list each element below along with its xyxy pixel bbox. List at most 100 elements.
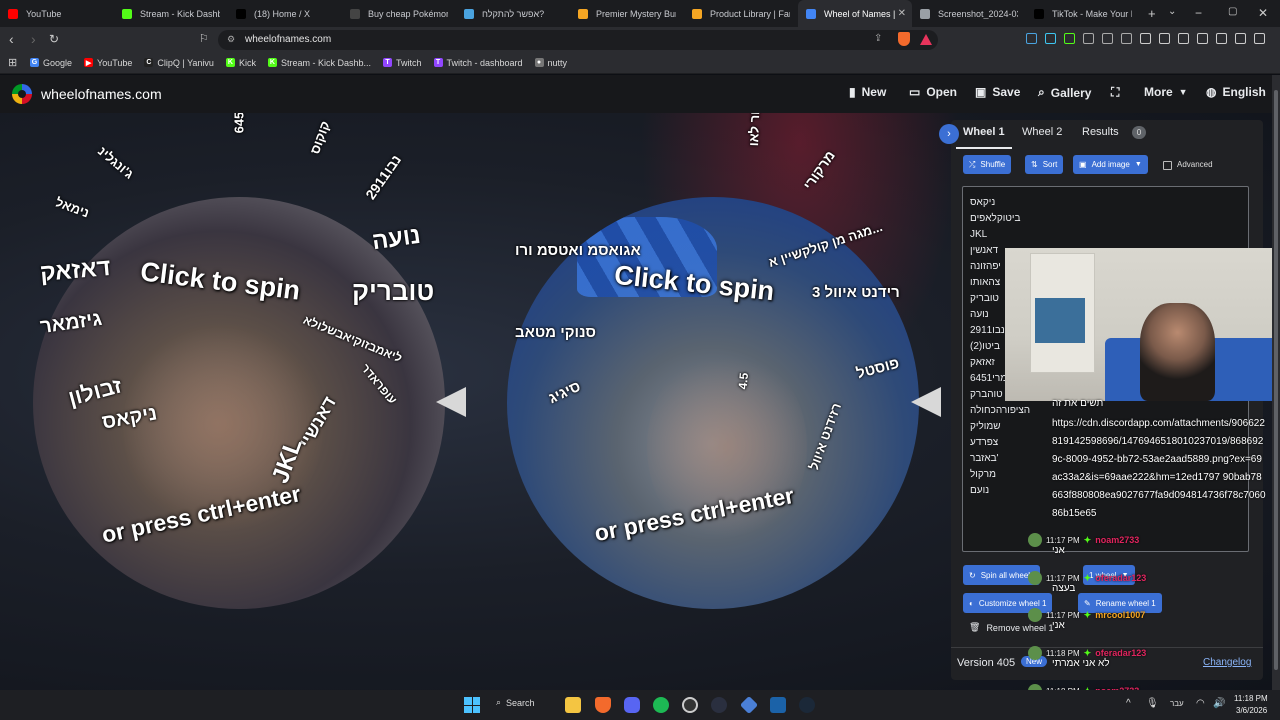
browser-tab[interactable]: Product Library | Fanati (684, 0, 798, 27)
extension-icon[interactable] (1045, 33, 1056, 44)
logo-icon[interactable] (12, 84, 32, 104)
new-button[interactable]: ▮ New (849, 85, 886, 99)
bookmark-icon[interactable]: ⚐ (199, 32, 209, 45)
clock-time[interactable]: 11:18 PM (1234, 694, 1268, 703)
save-icon: ▣ (975, 85, 987, 99)
chat-time: 11:18 PM (1046, 648, 1080, 658)
chat-time: 11:17 PM (1046, 610, 1080, 620)
bookmark-favicon-icon: K (225, 58, 235, 67)
browser-tab-label: Product Library | Fanati (710, 8, 790, 19)
wheel-1-segment-label: נימאל (53, 194, 92, 221)
browser-tab[interactable]: Stream - Kick Dashboa (114, 0, 228, 27)
clock-date[interactable]: 3/6/2026 (1236, 706, 1267, 715)
language-button[interactable]: ◍ English (1206, 85, 1266, 99)
save-button[interactable]: ▣ Save (975, 85, 1020, 99)
add-image-button[interactable]: ▣ Add image ▼ (1073, 155, 1148, 174)
advanced-label: Advanced (1177, 160, 1213, 169)
extension-icon[interactable] (1254, 33, 1265, 44)
wifi-icon[interactable]: ◠ (1196, 698, 1205, 709)
changelog-link[interactable]: Changelog (1203, 657, 1251, 668)
tray-chevron-icon[interactable]: ^ (1126, 698, 1131, 709)
new-tab-button[interactable]: + (1148, 6, 1156, 21)
extension-icon[interactable] (1178, 33, 1189, 44)
window-maximize-button[interactable]: ▢ (1228, 6, 1237, 17)
tab-wheel-2[interactable]: Wheel 2 (1022, 126, 1062, 138)
wheel-1-segment-label: טובריק (352, 276, 435, 306)
extension-icon[interactable] (1064, 33, 1075, 44)
obs-icon[interactable] (682, 697, 698, 713)
more-button[interactable]: More ▼ (1144, 85, 1188, 99)
window-minimize-button[interactable]: − (1195, 6, 1202, 20)
windows-start-icon[interactable] (464, 697, 480, 713)
bookmark-item[interactable]: K Stream - Kick Dashb... (267, 58, 371, 68)
extension-icon[interactable] (1102, 33, 1113, 44)
extension-icon[interactable] (1235, 33, 1246, 44)
extension-icon[interactable] (1083, 33, 1094, 44)
keyboard-language[interactable]: עבר (1170, 699, 1184, 708)
open-button[interactable]: ▭ Open (909, 85, 957, 99)
tab-wheel-1[interactable]: Wheel 1 (963, 126, 1005, 138)
extension-icon[interactable] (1026, 33, 1037, 44)
media-player-icon[interactable] (711, 697, 727, 713)
mic-icon[interactable]: 🎙 (1146, 698, 1159, 709)
bookmark-item[interactable]: G Google (30, 58, 72, 68)
reload-icon[interactable]: ↻ (49, 32, 59, 46)
browser-tab[interactable]: YouTube (0, 0, 114, 27)
steam-icon[interactable] (770, 697, 786, 713)
browser-tab[interactable]: Screenshot_2024-03-0 (912, 0, 1026, 27)
tab-results[interactable]: Results (1082, 126, 1119, 138)
extension-icon[interactable] (1140, 33, 1151, 44)
taskbar-search[interactable]: ⌕ Search (496, 697, 535, 708)
app-icon[interactable] (739, 695, 759, 715)
brave-rewards-icon[interactable] (920, 34, 932, 45)
gallery-button[interactable]: ⌕ Gallery (1038, 85, 1091, 100)
fullscreen-icon: ⛶ (1111, 85, 1120, 99)
sort-button[interactable]: ⇅ Sort (1025, 155, 1064, 174)
bookmark-item[interactable]: K Kick (225, 58, 256, 68)
browser-tab[interactable]: Buy cheap Pokémon P (342, 0, 456, 27)
browser-tab[interactable]: Wheel of Names | ✕ (798, 0, 912, 27)
brave-browser-icon[interactable] (595, 697, 611, 713)
volume-icon[interactable]: 🔊 (1213, 698, 1225, 709)
browser-tab[interactable]: אפשר להתקלח? (456, 0, 570, 27)
bookmark-item[interactable]: ▶ YouTube (84, 58, 132, 68)
wheel-1-segment-label: נבו2911 (362, 151, 405, 203)
back-icon[interactable]: ‹ (9, 31, 14, 47)
site-info-icon[interactable]: ⚙ (227, 34, 235, 45)
extension-icon[interactable] (1159, 33, 1170, 44)
extension-icon[interactable] (1216, 33, 1227, 44)
extension-icon[interactable] (1197, 33, 1208, 44)
advanced-checkbox[interactable] (1163, 161, 1172, 170)
browser-tab[interactable]: (18) Home / X (228, 0, 342, 27)
tab-search-icon[interactable]: ⌄ (1168, 6, 1176, 17)
logo-text[interactable]: wheelofnames.com (41, 86, 162, 102)
fullscreen-button[interactable]: ⛶ (1111, 85, 1119, 100)
share-icon[interactable]: ⇪ (874, 33, 882, 44)
remove-wheel-button[interactable]: 🗑 Remove wheel 1 (969, 622, 1053, 633)
url-bar[interactable]: ⚙ wheelofnames.com ⇪ (218, 30, 938, 50)
browser-tab[interactable]: TikTok - Make Your Da (1026, 0, 1140, 27)
steam-alt-icon[interactable] (799, 697, 815, 713)
spotify-icon[interactable] (653, 697, 669, 713)
shuffle-button[interactable]: ⤮ Shuffle (963, 155, 1012, 174)
page-scrollbar-thumb[interactable] (1274, 90, 1278, 670)
forward-icon[interactable]: › (31, 31, 36, 47)
wheel-icon (806, 8, 816, 19)
extension-icon[interactable] (1121, 33, 1132, 44)
collapse-panel-icon[interactable]: › (939, 124, 959, 144)
save-label: Save (992, 85, 1021, 99)
browser-tab-label: Wheel of Names | (824, 8, 896, 19)
apps-grid-icon[interactable]: ⊞ (8, 56, 17, 69)
browser-tab[interactable]: Premier Mystery Bundl (570, 0, 684, 27)
chat-username: noam2733 (1095, 535, 1140, 545)
bookmark-item[interactable]: C ClipQ | Yanivu (144, 58, 214, 68)
bookmark-item[interactable]: ● nutty (534, 58, 567, 68)
close-tab-icon[interactable]: ✕ (898, 8, 906, 19)
spin-all-label: Spin all wheels (980, 570, 1035, 580)
bookmark-item[interactable]: T Twitch - dashboard (433, 58, 523, 68)
file-explorer-icon[interactable] (565, 697, 581, 713)
window-close-button[interactable]: ✕ (1258, 6, 1268, 20)
discord-icon[interactable] (624, 697, 640, 713)
bookmark-item[interactable]: T Twitch (382, 58, 422, 68)
brave-shield-icon[interactable] (898, 32, 910, 46)
